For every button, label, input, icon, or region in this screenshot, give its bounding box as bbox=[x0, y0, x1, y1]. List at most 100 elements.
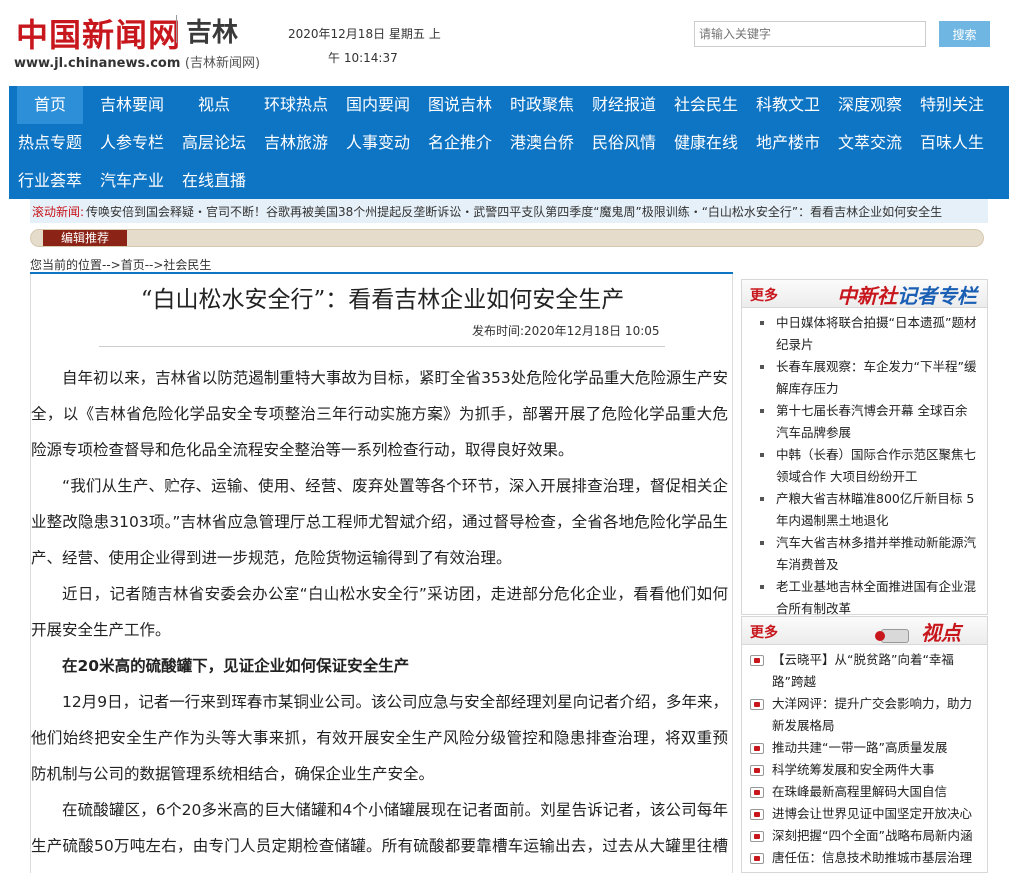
editor-picks-tab[interactable]: 编辑推荐 bbox=[43, 230, 127, 246]
list-item-text[interactable]: 老工业基地吉林全面推进国有企业混合所有制改革 bbox=[776, 579, 976, 616]
ticker-text[interactable]: 传唤安倍到国会释疑・官司不断！谷歌再被美国38个州提起反垄断诉讼・武警四平支队第… bbox=[86, 203, 986, 220]
nav-item[interactable]: 健康在线 bbox=[674, 124, 738, 162]
nav-item[interactable]: 名企推介 bbox=[428, 124, 492, 162]
viewpoint-header: 更多 视点 bbox=[742, 617, 987, 645]
nav-item[interactable]: 人参专栏 bbox=[100, 124, 164, 162]
nav-item[interactable]: 热点专题 bbox=[18, 124, 82, 162]
list-item[interactable]: 推动共建“一带一路”高质量发展 bbox=[746, 737, 979, 759]
breadcrumb[interactable]: 您当前的位置-->首页-->社会民生 bbox=[30, 256, 211, 273]
article-paragraph: “我们从生产、贮存、运输、使用、经营、废弃处置等各个环节，深入开展排查治理，督促… bbox=[31, 477, 728, 567]
list-item-text[interactable]: 唐任伍：信息技术助推城市基层治理 bbox=[772, 850, 972, 865]
video-icon bbox=[750, 743, 764, 754]
video-icon bbox=[750, 699, 764, 710]
article-title: “白山松水安全行”：看看吉林企业如何安全生产 bbox=[140, 287, 625, 313]
list-item[interactable]: 中日媒体将联合拍摄“日本遗孤”题材纪录片 bbox=[750, 312, 979, 356]
nav-item[interactable]: 国内要闻 bbox=[346, 86, 410, 124]
viewpoint-logo-text: 视点 bbox=[921, 621, 961, 645]
reporter-column-header: 更多 中新社记者专栏 bbox=[742, 280, 987, 308]
list-item-text[interactable]: 在珠峰最新高程里解码大国自信 bbox=[772, 784, 947, 799]
bullet-icon bbox=[760, 409, 764, 413]
site-url-text: www.jl.chinanews.com bbox=[14, 56, 181, 71]
nav-item[interactable]: 特别关注 bbox=[920, 86, 984, 124]
logo-divider bbox=[176, 15, 177, 43]
site-header: 中国新闻网 吉林 www.jl.chinanews.com (吉林新闻网) 20… bbox=[0, 0, 1019, 86]
date-line-1: 2020年12月18日 星期五 上 bbox=[288, 27, 441, 41]
list-item[interactable]: 【云晓平】从“脱贫路”向着“幸福路”跨越 bbox=[746, 649, 979, 693]
video-icon bbox=[750, 853, 764, 864]
list-item[interactable]: 长春车展观察：车企发力“下半程”缓解库存压力 bbox=[750, 356, 979, 400]
nav-item[interactable]: 吉林旅游 bbox=[264, 124, 328, 162]
site-logo[interactable]: 中国新闻网 bbox=[16, 10, 181, 56]
nav-row-1: 首页 吉林要闻 视点 环球热点 国内要闻 图说吉林 时政聚焦 财经报道 社会民生… bbox=[9, 86, 1009, 124]
list-item[interactable]: 老工业基地吉林全面推进国有企业混合所有制改革 bbox=[750, 576, 979, 620]
nav-item[interactable]: 在线直播 bbox=[182, 162, 246, 200]
list-item-text[interactable]: 中韩（长春）国际合作示范区聚焦七领域合作 大项目纷纷开工 bbox=[776, 447, 976, 484]
nav-item[interactable]: 人事变动 bbox=[346, 124, 410, 162]
nav-item[interactable]: 深度观察 bbox=[838, 86, 902, 124]
nav-item[interactable]: 视点 bbox=[198, 86, 230, 124]
list-item-text[interactable]: 深刻把握“四个全面”战略布局新内涵 bbox=[772, 828, 972, 843]
nav-item[interactable]: 地产楼市 bbox=[756, 124, 820, 162]
logo-blue-text: 记者专栏 bbox=[897, 284, 977, 308]
list-item[interactable]: 唐任伍：信息技术助推城市基层治理 bbox=[746, 847, 979, 869]
reporter-column-list: 中日媒体将联合拍摄“日本遗孤”题材纪录片 长春车展观察：车企发力“下半程”缓解库… bbox=[742, 308, 987, 620]
nav-item[interactable]: 港澳台侨 bbox=[510, 124, 574, 162]
reporter-column-logo: 中新社记者专栏 bbox=[837, 280, 977, 309]
nav-item[interactable]: 汽车产业 bbox=[100, 162, 164, 200]
nav-item[interactable]: 科教文卫 bbox=[756, 86, 820, 124]
search-input[interactable] bbox=[694, 21, 926, 47]
bullet-icon bbox=[760, 453, 764, 457]
list-item[interactable]: 产粮大省吉林瞄准800亿斤新目标 5年内遏制黑土地退化 bbox=[750, 488, 979, 532]
nav-item[interactable]: 财经报道 bbox=[592, 86, 656, 124]
nav-item[interactable]: 文萃交流 bbox=[838, 124, 902, 162]
list-item-text[interactable]: 【云晓平】从“脱贫路”向着“幸福路”跨越 bbox=[772, 652, 954, 689]
main-nav: 首页 吉林要闻 视点 环球热点 国内要闻 图说吉林 时政聚焦 财经报道 社会民生… bbox=[9, 86, 1009, 199]
list-item[interactable]: 在珠峰最新高程里解码大国自信 bbox=[746, 781, 979, 803]
bullet-icon bbox=[760, 321, 764, 325]
editor-picks-bar: 编辑推荐 bbox=[30, 229, 984, 247]
list-item-text[interactable]: 进博会让世界见证中国坚定开放决心 bbox=[772, 806, 972, 821]
camera-icon bbox=[875, 624, 917, 646]
nav-item[interactable]: 百味人生 bbox=[920, 124, 984, 162]
list-item-text[interactable]: 第十七届长春汽博会开幕 全球百余汽车品牌参展 bbox=[776, 403, 967, 440]
video-icon bbox=[750, 787, 764, 798]
list-item-text[interactable]: 科学统筹发展和安全两件大事 bbox=[772, 762, 935, 777]
more-link[interactable]: 更多 bbox=[750, 622, 778, 642]
list-item[interactable]: 大洋网评：提升广交会影响力，助力新发展格局 bbox=[746, 693, 979, 737]
nav-item[interactable]: 图说吉林 bbox=[428, 86, 492, 124]
list-item[interactable]: 汽车大省吉林多措并举推动新能源汽车消费普及 bbox=[750, 532, 979, 576]
list-item-text[interactable]: 大洋网评：提升广交会影响力，助力新发展格局 bbox=[772, 696, 972, 733]
region-name[interactable]: 吉林 bbox=[186, 12, 238, 49]
nav-item[interactable]: 行业荟萃 bbox=[18, 162, 82, 200]
nav-item[interactable]: 高层论坛 bbox=[182, 124, 246, 162]
article-publish-time: 发布时间:2020年12月18日 10:05 bbox=[472, 324, 660, 338]
viewpoint-list: 【云晓平】从“脱贫路”向着“幸福路”跨越 大洋网评：提升广交会影响力，助力新发展… bbox=[742, 645, 987, 869]
list-item-text[interactable]: 产粮大省吉林瞄准800亿斤新目标 5年内遏制黑土地退化 bbox=[776, 491, 974, 528]
bullet-icon bbox=[760, 365, 764, 369]
nav-item[interactable]: 环球热点 bbox=[264, 86, 328, 124]
nav-item[interactable]: 社会民生 bbox=[674, 86, 738, 124]
list-item-text[interactable]: 中日媒体将联合拍摄“日本遗孤”题材纪录片 bbox=[776, 315, 976, 352]
article-paragraph: 在硫酸罐区，6个20多米高的巨大储罐和4个小储罐展现在记者面前。刘星告诉记者，该… bbox=[31, 801, 728, 855]
list-item[interactable]: 深刻把握“四个全面”战略布局新内涵 bbox=[746, 825, 979, 847]
list-item[interactable]: 科学统筹发展和安全两件大事 bbox=[746, 759, 979, 781]
article-paragraph: 12月9日，记者一行来到珲春市某铜业公司。该公司应急与安全部经理刘星向记者介绍，… bbox=[31, 693, 728, 783]
date-line-2: 午 10:14:37 bbox=[328, 51, 398, 65]
nav-row-3: 行业荟萃 汽车产业 在线直播 bbox=[9, 162, 1009, 200]
list-item[interactable]: 第十七届长春汽博会开幕 全球百余汽车品牌参展 bbox=[750, 400, 979, 444]
nav-item[interactable]: 吉林要闻 bbox=[100, 86, 164, 124]
list-item-text[interactable]: 推动共建“一带一路”高质量发展 bbox=[772, 740, 947, 755]
news-ticker: 滚动新闻: 传唤安倍到国会释疑・官司不断！谷歌再被美国38个州提起反垄断诉讼・武… bbox=[30, 199, 988, 223]
list-item-text[interactable]: 汽车大省吉林多措并举推动新能源汽车消费普及 bbox=[776, 535, 976, 572]
list-item[interactable]: 中韩（长春）国际合作示范区聚焦七领域合作 大项目纷纷开工 bbox=[750, 444, 979, 488]
nav-item[interactable]: 时政聚焦 bbox=[510, 86, 574, 124]
article: “白山松水安全行”：看看吉林企业如何安全生产 发布时间:2020年12月18日 … bbox=[30, 274, 733, 873]
nav-item[interactable]: 民俗风情 bbox=[592, 124, 656, 162]
nav-row-2: 热点专题 人参专栏 高层论坛 吉林旅游 人事变动 名企推介 港澳台侨 民俗风情 … bbox=[9, 124, 1009, 162]
more-link[interactable]: 更多 bbox=[750, 285, 778, 305]
list-item[interactable]: 进博会让世界见证中国坚定开放决心 bbox=[746, 803, 979, 825]
article-paragraph: 自年初以来，吉林省以防范遏制重特大事故为目标，紧盯全省353处危险化学品重大危险… bbox=[31, 369, 728, 459]
search-button[interactable]: 搜索 bbox=[939, 21, 990, 47]
list-item-text[interactable]: 长春车展观察：车企发力“下半程”缓解库存压力 bbox=[776, 359, 976, 396]
nav-item-home[interactable]: 首页 bbox=[17, 86, 83, 124]
